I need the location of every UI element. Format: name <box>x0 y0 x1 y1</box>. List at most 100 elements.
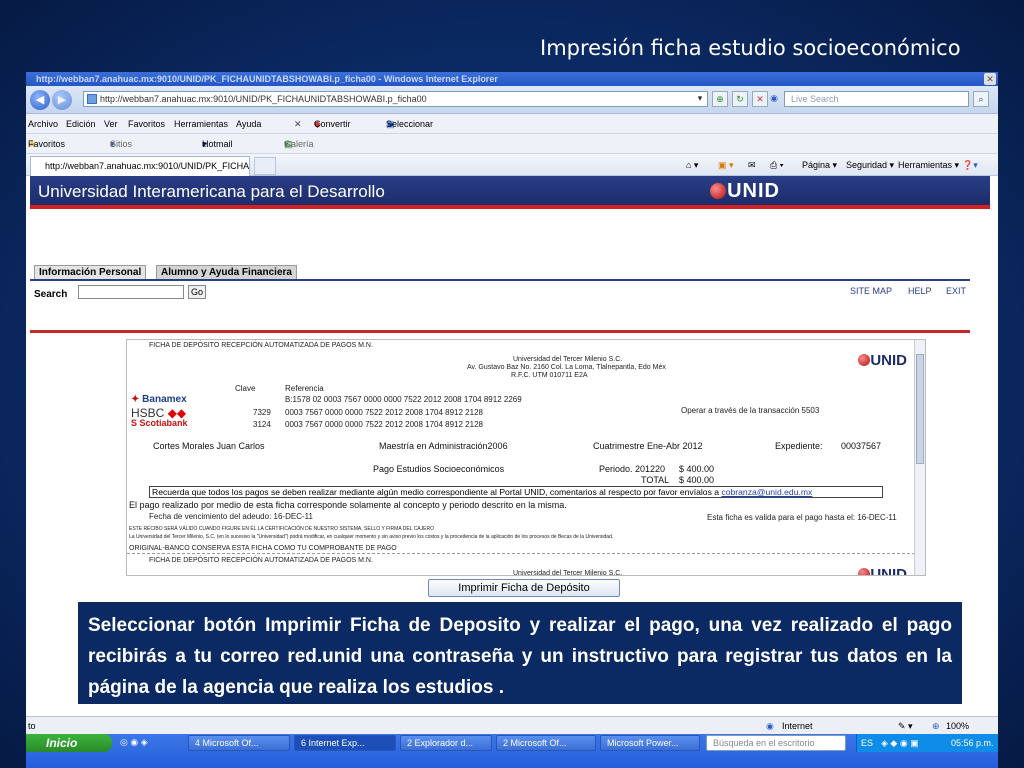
mail-icon[interactable]: ✉ <box>748 154 756 176</box>
menu-herramientas[interactable]: Herramientas <box>174 114 228 134</box>
status-text: to <box>28 721 36 731</box>
exit-link[interactable]: EXIT <box>946 286 966 296</box>
menu-archivo[interactable]: Archivo <box>28 114 58 134</box>
bank-reference: 0003 7567 0000 0000 7522 2012 2008 1704 … <box>285 408 483 417</box>
address-input[interactable]: http://webban7.anahuac.mx:9010/UNID/PK_F… <box>83 91 708 107</box>
compat-icon[interactable]: ⊕ <box>712 91 728 107</box>
slip-header: FICHA DE DEPÓSITO RECEPCIÓN AUTOMATIZADA… <box>149 342 373 349</box>
cmd-herramientas-label: Herramientas <box>898 160 953 170</box>
menu-edicion[interactable]: Edición <box>66 114 96 134</box>
cmd-pagina[interactable]: Página ▾ <box>802 154 837 176</box>
chevron-down-icon[interactable]: ▾ <box>694 91 706 107</box>
menu-ayuda[interactable]: Ayuda <box>236 114 261 134</box>
start-button[interactable]: Inicio <box>26 734 112 752</box>
address-text: http://webban7.anahuac.mx:9010/UNID/PK_F… <box>100 94 427 104</box>
status-bar: to ◉ Internet ✎ ▾ ⊕ 100% <box>26 716 998 734</box>
help-link[interactable]: HELP <box>908 286 932 296</box>
print-icon[interactable]: ⎙ ▾ <box>770 154 783 176</box>
col-clave: Clave <box>235 384 256 393</box>
globe-zone-icon: ◉ <box>766 721 774 731</box>
tray-icons[interactable]: ◈ ◆ ◉ ▣ <box>881 734 919 752</box>
bank-name: Banamex <box>142 394 187 405</box>
bank-clave: 7329 <box>253 408 271 417</box>
feeds-icon[interactable]: ▣ ▾ <box>718 154 734 176</box>
clock: 05:56 p.m. <box>951 738 994 748</box>
close-icon[interactable]: ✕ <box>984 73 996 85</box>
program: Maestría en Administración2006 <box>379 441 508 451</box>
tab-informacion-personal[interactable]: Información Personal <box>34 265 147 279</box>
search-icon[interactable]: ⌕ <box>973 91 989 107</box>
refresh-icon[interactable]: ↻ <box>732 91 748 107</box>
taskbar-item-office-2[interactable]: 2 Microsoft Of... <box>496 735 596 751</box>
logo-text: UNID <box>870 566 907 576</box>
concept: Pago Estudios Socioeconómicos <box>373 464 505 474</box>
student-name: Cortes Morales Juan Carlos <box>153 441 265 451</box>
scroll-thumb[interactable] <box>916 354 924 464</box>
new-tab-button[interactable] <box>254 157 276 175</box>
convert-button[interactable]: ◆ Convertir ▾ <box>314 114 351 134</box>
instruction-callout: Seleccionar botón Imprimir Ficha de Depo… <box>76 600 964 706</box>
fav-link-hotmail[interactable]: e Hotmail gratuito ▾ <box>202 134 233 169</box>
scotiabank-logo: S Scotiabank <box>131 418 188 428</box>
valid-line: El pago realizado por medio de esta fich… <box>129 500 567 510</box>
banamex-icon: ✦ <box>131 394 140 405</box>
cut-line <box>127 553 915 554</box>
taskbar-item-ie[interactable]: 6 Internet Exp... <box>294 735 396 751</box>
notice-text: Recuerda que todos los pagos se deben re… <box>152 487 722 497</box>
go-button[interactable]: Go <box>188 285 206 299</box>
email-link[interactable]: cobranza@unid.edu.mx <box>721 487 812 497</box>
home-icon[interactable]: ⌂ ▾ <box>686 154 698 176</box>
live-search-input[interactable]: Live Search <box>784 91 969 107</box>
due-date: Fecha de vencimiento del adeudo: 16-DEC-… <box>149 512 313 521</box>
desktop-search-input[interactable]: Búsqueda en el escritorio <box>706 735 846 751</box>
fav-link-webslice[interactable]: ▤ Galería de Web Slice ▾ <box>284 134 314 209</box>
period-label: Periodo. 201220 <box>599 464 666 474</box>
cmd-seguridad[interactable]: Seguridad ▾ <box>846 154 894 176</box>
browser-tab[interactable]: http://webban7.anahuac.mx:9010/UNID/PK_F… <box>30 156 250 176</box>
legal-text: ESTE RECIBO SERÁ VÁLIDO CUANDO FIGURE EN… <box>129 526 434 532</box>
help-icon[interactable]: ❓▾ <box>962 154 978 176</box>
bank-reference: B:1578 02 0003 7567 0000 0000 7522 2012 … <box>285 395 522 404</box>
select-label: Seleccionar <box>386 119 434 129</box>
globe-icon <box>858 568 871 575</box>
payment-notice: Recuerda que todos los pagos se deben re… <box>149 486 883 498</box>
quick-launch[interactable]: ◎ ◉ ◈ <box>114 735 186 751</box>
zoom-level[interactable]: 100% <box>946 717 969 735</box>
legal-text: La Universidad del Tercer Milenio, S.C. … <box>129 534 614 540</box>
zoom-icon[interactable]: ⊕ <box>932 717 940 735</box>
site-map-link[interactable]: SITE MAP <box>850 286 892 296</box>
period-amount: $ 400.00 <box>679 464 715 474</box>
forward-icon[interactable]: ▶ <box>52 90 72 110</box>
menu-favoritos[interactable]: Favoritos <box>128 114 165 134</box>
taskbar-item-explorer[interactable]: 2 Explorador d... <box>400 735 492 751</box>
total-label: TOTAL <box>641 475 670 485</box>
cmd-herramientas[interactable]: Herramientas ▾ <box>898 154 959 176</box>
close-toolbar-icon[interactable]: ✕ <box>294 114 302 134</box>
zone-label: Internet <box>782 721 813 731</box>
favorites-label: Favoritos <box>28 139 66 149</box>
expediente-label: Expediente: <box>775 441 823 451</box>
fav-link-suggested[interactable]: e Sitios sugeridos ▾ <box>110 134 149 169</box>
language-indicator[interactable]: ES <box>861 734 873 752</box>
tab-alumno-ayuda[interactable]: Alumno y Ayuda Financiera <box>156 265 297 279</box>
total-amount: $ 400.00 <box>679 475 715 485</box>
deposit-slip: FICHA DE DEPÓSITO RECEPCIÓN AUTOMATIZADA… <box>126 339 926 576</box>
protected-mode-icon[interactable]: ✎ ▾ <box>898 717 913 735</box>
window-title: http://webban7.anahuac.mx:9010/UNID/PK_F… <box>26 72 998 86</box>
logo-text: UNID <box>870 352 907 369</box>
valid-until: Esta ficha es valida para el pago hasta … <box>707 513 897 522</box>
taskbar-item-powerpoint[interactable]: Microsoft Power... <box>600 735 700 751</box>
menu-ver[interactable]: Ver <box>104 114 118 134</box>
search-input[interactable] <box>78 285 184 299</box>
unid-logo: UNID <box>710 180 780 203</box>
divider <box>30 330 970 333</box>
slip-scrollbar[interactable] <box>914 340 925 575</box>
scotiabank-icon: S <box>131 418 138 428</box>
term: Cuatrimestre Ene-Abr 2012 <box>593 441 703 451</box>
taskbar-item-office[interactable]: 4 Microsoft Of... <box>188 735 290 751</box>
convert-label: Convertir <box>314 119 351 129</box>
unid-small-logo: UNID <box>858 352 907 369</box>
back-icon[interactable]: ◀ <box>30 90 50 110</box>
taskbar: Inicio ◎ ◉ ◈ 4 Microsoft Of... 6 Interne… <box>26 734 998 768</box>
print-slip-button[interactable]: Imprimir Ficha de Depósito <box>428 579 620 597</box>
